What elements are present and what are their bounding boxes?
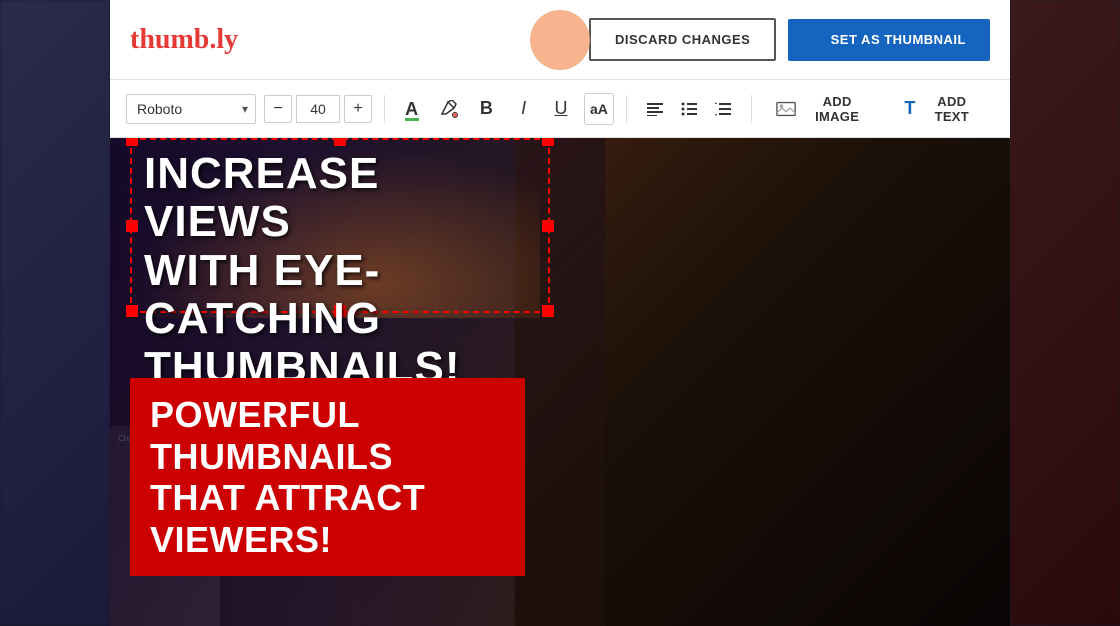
banner-text: POWERFUL THUMBNAILS THAT ATTRACT VIEWERS… <box>150 394 505 560</box>
font-select-wrapper: Roboto Arial Impact ▾ <box>126 94 256 124</box>
add-image-icon <box>776 101 796 117</box>
thumbnail-t-icon: T <box>812 31 822 49</box>
bullet-list-icon <box>681 102 697 116</box>
add-text-t-icon: T <box>904 98 915 119</box>
bold-button[interactable]: B <box>472 93 501 125</box>
logo: thumb.ly <box>130 24 238 56</box>
bullet-list-button[interactable] <box>673 93 705 125</box>
case-toggle-button[interactable]: aA <box>584 93 614 125</box>
canvas-area[interactable]: INCREASE VIEWS WITH EYE-CATCHING THUMBNA… <box>110 138 1010 626</box>
align-left-icon <box>647 102 663 116</box>
text-color-letter: A <box>405 100 418 118</box>
increase-size-button[interactable]: + <box>344 95 372 123</box>
divider-2 <box>626 95 627 123</box>
heading-line-2: WITH EYE-CATCHING <box>144 246 381 343</box>
set-thumbnail-button[interactable]: T SET AS THUMBNAIL <box>788 19 990 61</box>
header-actions: DISCARD CHANGES T SET AS THUMBNAIL <box>589 18 990 61</box>
add-text-button[interactable]: T ADD TEXT <box>892 88 994 130</box>
editor-container: thumb.ly DISCARD CHANGES T SET AS THUMBN… <box>110 0 1010 626</box>
banner-line-2: THAT ATTRACT VIEWERS! <box>150 477 425 559</box>
bg-right-panel <box>1010 0 1120 626</box>
line-spacing-icon <box>715 102 731 116</box>
font-size-input[interactable] <box>296 95 340 123</box>
toolbar: Roboto Arial Impact ▾ − + A B <box>110 80 1010 138</box>
bg-left-panel <box>0 0 110 626</box>
discard-button[interactable]: DISCARD CHANGES <box>589 18 776 61</box>
add-text-label: ADD TEXT <box>922 94 982 124</box>
italic-button[interactable]: I <box>509 93 538 125</box>
add-image-label: ADD IMAGE <box>802 94 872 124</box>
banner-line-1: POWERFUL THUMBNAILS <box>150 394 393 476</box>
divider-1 <box>384 95 385 123</box>
paint-bucket-button[interactable] <box>434 93 463 125</box>
size-control: − + <box>264 95 372 123</box>
line-spacing-button[interactable] <box>707 93 739 125</box>
red-banner[interactable]: POWERFUL THUMBNAILS THAT ATTRACT VIEWERS… <box>130 378 525 576</box>
heading-line-1: INCREASE VIEWS <box>144 149 379 246</box>
color-picker-circle[interactable] <box>530 10 590 70</box>
underline-button[interactable]: U <box>546 93 575 125</box>
font-select[interactable]: Roboto Arial Impact <box>126 94 256 124</box>
decrease-size-button[interactable]: − <box>264 95 292 123</box>
paint-bucket-icon <box>440 100 458 118</box>
text-color-underline <box>405 118 419 121</box>
header: thumb.ly DISCARD CHANGES T SET AS THUMBN… <box>110 0 1010 80</box>
divider-3 <box>751 95 752 123</box>
align-group <box>639 93 739 125</box>
main-heading[interactable]: INCREASE VIEWS WITH EYE-CATCHING THUMBNA… <box>130 138 550 404</box>
add-image-button[interactable]: ADD IMAGE <box>764 88 884 130</box>
text-color-button[interactable]: A <box>397 93 426 125</box>
heading-text: INCREASE VIEWS WITH EYE-CATCHING THUMBNA… <box>144 150 536 392</box>
set-thumbnail-label: SET AS THUMBNAIL <box>831 32 966 47</box>
align-left-button[interactable] <box>639 93 671 125</box>
